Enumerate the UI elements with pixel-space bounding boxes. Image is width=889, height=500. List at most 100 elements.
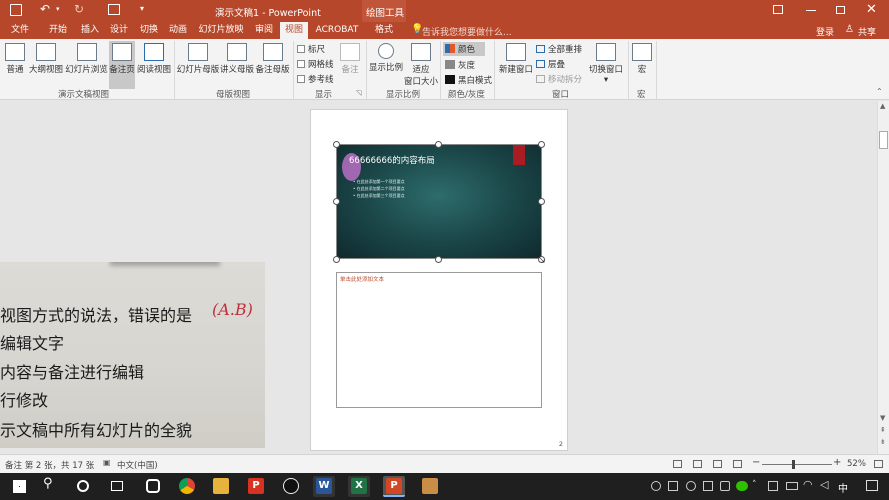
vertical-scrollbar[interactable]: ▲ ▼ ⇞ ⇟: [877, 101, 889, 454]
previous-slide-icon[interactable]: ⇞: [880, 426, 886, 434]
restore-icon[interactable]: [836, 6, 845, 14]
word-taskbar-button[interactable]: W: [313, 476, 335, 497]
present-icon[interactable]: [108, 4, 120, 15]
ruler-checkbox[interactable]: 标尺: [297, 43, 325, 55]
acrobat-icon[interactable]: P: [248, 478, 264, 494]
tray-chevron-icon[interactable]: ˄: [752, 480, 757, 490]
network-icon[interactable]: [768, 481, 778, 491]
wechat-icon[interactable]: [736, 481, 748, 491]
scroll-up-icon[interactable]: ▲: [880, 102, 885, 110]
volume-icon[interactable]: ◁: [820, 478, 828, 491]
fit-to-window-button[interactable]: 适应 窗口大小: [404, 41, 438, 87]
zoom-level[interactable]: 52%: [847, 459, 866, 469]
customize-qat-icon[interactable]: ▾: [140, 4, 144, 13]
notes-placeholder[interactable]: 单击此处添加文本: [336, 272, 542, 408]
scroll-down-icon[interactable]: ▼: [880, 414, 885, 422]
tell-me-box[interactable]: 告诉我您想要做什么...: [422, 25, 512, 38]
file-explorer-icon[interactable]: [213, 478, 229, 494]
battery-icon[interactable]: [786, 482, 798, 490]
chrome-icon[interactable]: [179, 478, 195, 494]
redo-icon[interactable]: ↻: [74, 2, 84, 16]
arrange-all-button[interactable]: 全部重排: [536, 43, 582, 55]
grayscale-button[interactable]: 灰度: [445, 59, 475, 71]
switch-window-button[interactable]: 切换窗口 ▾: [587, 41, 625, 85]
tab-home[interactable]: 开始: [44, 22, 72, 39]
resize-handle-tl[interactable]: [333, 141, 340, 148]
zoom-in-icon[interactable]: +: [833, 457, 841, 468]
resize-handle-tc[interactable]: [435, 141, 442, 148]
dialog-launcher-icon[interactable]: ◹: [356, 89, 361, 97]
notes-page-button[interactable]: 备注页: [109, 41, 135, 89]
color-button[interactable]: 颜色: [443, 42, 486, 56]
dropdown-icon[interactable]: ▾: [56, 5, 60, 13]
tray-icon-5[interactable]: [720, 481, 730, 491]
slide-sorter-button[interactable]: 幻灯片浏览: [64, 41, 109, 81]
tab-transitions[interactable]: 切换: [136, 22, 162, 39]
cortana-icon[interactable]: [77, 480, 89, 492]
resize-handle-bc[interactable]: [435, 256, 442, 263]
guides-checkbox[interactable]: 参考线: [297, 73, 334, 85]
windows-start-icon[interactable]: [13, 480, 26, 493]
tab-acrobat[interactable]: ACROBAT: [312, 22, 362, 39]
handout-master-button[interactable]: 讲义母版: [219, 41, 255, 81]
tray-icon-3[interactable]: [686, 481, 696, 491]
wifi-icon[interactable]: ◠: [803, 478, 813, 491]
resize-handle-bl[interactable]: [333, 256, 340, 263]
collapse-ribbon-icon[interactable]: ⌃: [876, 87, 883, 96]
normal-view-icon[interactable]: [673, 460, 682, 468]
spellcheck-icon[interactable]: ▣: [103, 458, 111, 467]
zoom-out-icon[interactable]: −: [752, 457, 760, 468]
tab-insert[interactable]: 插入: [76, 22, 104, 39]
zoom-slider[interactable]: [762, 460, 832, 469]
normal-view-button[interactable]: 普通: [3, 41, 27, 81]
slide-image[interactable]: 66666666的内容布局 • 在此处添加第一个项目要点 • 在此处添加第二个项…: [336, 144, 542, 259]
black-white-button[interactable]: 黑白模式: [445, 74, 492, 86]
notifications-icon[interactable]: [866, 480, 878, 491]
next-slide-icon[interactable]: ⇟: [880, 438, 886, 446]
mail-icon[interactable]: [422, 478, 438, 494]
tray-icon-2[interactable]: [668, 481, 678, 491]
resize-handle-tr[interactable]: [538, 141, 545, 148]
gridlines-checkbox[interactable]: 网格线: [297, 58, 334, 70]
textbook-photo[interactable]: 视图方式的说法，错误的是 (A.B) 编辑文字 内容与备注进行编辑 行修改 示文…: [0, 262, 265, 448]
multitasking-icon[interactable]: [146, 479, 160, 493]
login-link[interactable]: 登录: [816, 25, 834, 38]
qq-icon[interactable]: [283, 478, 299, 494]
language-indicator[interactable]: 中文(中国): [117, 459, 158, 471]
undo-icon[interactable]: ↶: [40, 2, 50, 16]
notes-toggle-button[interactable]: 备注: [338, 41, 362, 81]
ime-indicator[interactable]: 中: [838, 480, 848, 495]
fit-slide-icon[interactable]: [874, 460, 883, 468]
save-icon[interactable]: [10, 4, 22, 16]
reading-view-button[interactable]: 阅读视图: [136, 41, 172, 81]
outline-view-button[interactable]: 大纲视图: [28, 41, 64, 81]
slide-sorter-icon[interactable]: [693, 460, 702, 468]
cascade-button[interactable]: 层叠: [536, 58, 565, 70]
tray-icon-1[interactable]: [651, 481, 661, 491]
tray-icon-4[interactable]: [703, 481, 713, 491]
tab-slideshow[interactable]: 幻灯片放映: [196, 22, 246, 39]
scroll-thumb[interactable]: [879, 131, 888, 149]
search-icon[interactable]: ⚲: [43, 476, 53, 491]
tab-file[interactable]: 文件: [4, 22, 36, 39]
move-split-button[interactable]: 移动拆分: [536, 73, 582, 85]
tab-format[interactable]: 格式: [366, 22, 402, 39]
macros-button[interactable]: 宏: [631, 41, 653, 81]
tab-animations[interactable]: 动画: [164, 22, 192, 39]
new-window-button[interactable]: 新建窗口: [497, 41, 535, 81]
resize-handle-mr[interactable]: [538, 198, 545, 205]
powerpoint-taskbar-button[interactable]: P: [383, 476, 405, 497]
zoom-button[interactable]: 显示比例: [368, 41, 404, 81]
reading-view-icon[interactable]: [713, 460, 722, 468]
excel-taskbar-button[interactable]: X: [348, 476, 370, 497]
notes-master-button[interactable]: 备注母版: [254, 41, 291, 81]
tab-review[interactable]: 审阅: [250, 22, 278, 39]
tab-design[interactable]: 设计: [106, 22, 132, 39]
ribbon-display-icon[interactable]: [773, 5, 783, 14]
zoom-slider-thumb[interactable]: [792, 460, 795, 469]
tab-view[interactable]: 视图: [280, 22, 308, 39]
share-button[interactable]: 共享: [858, 25, 876, 38]
minimize-icon[interactable]: [806, 10, 816, 11]
close-icon[interactable]: ✕: [866, 2, 877, 17]
slide-master-button[interactable]: 幻灯片母版: [176, 41, 220, 81]
